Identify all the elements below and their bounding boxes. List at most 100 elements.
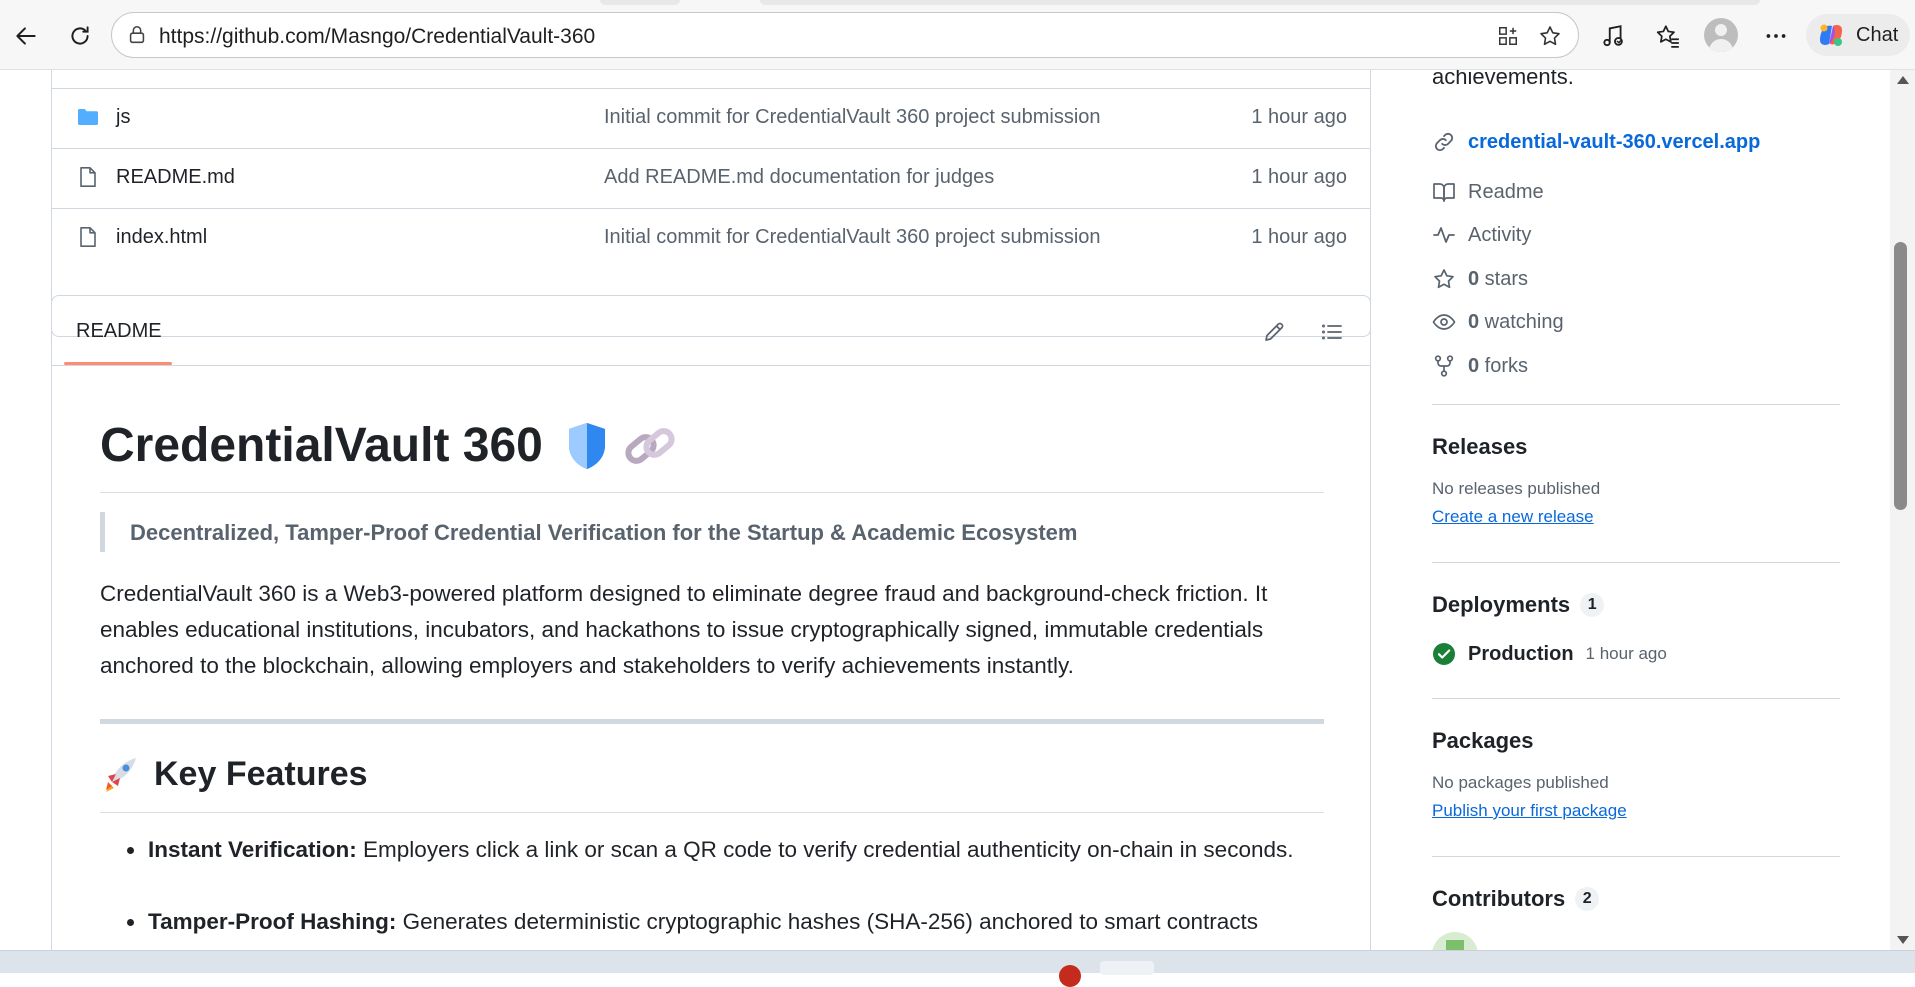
packages-heading-text[interactable]: Packages [1432, 728, 1534, 754]
file-name[interactable]: README.md [116, 166, 235, 189]
profile-avatar[interactable] [1704, 18, 1738, 52]
active-tab-indicator [64, 362, 172, 365]
commit-time: 1 hour ago [1251, 226, 1347, 248]
tagline-blockquote: Decentralized, Tamper-Proof Credential V… [100, 512, 1324, 552]
contributor-avatar[interactable] [1432, 932, 1478, 950]
feature-label: Instant Verification: [148, 837, 357, 862]
readme-description: CredentialVault 360 is a Web3-powered pl… [100, 581, 1268, 678]
readme-link[interactable]: Readme [1432, 177, 1544, 207]
refresh-button[interactable] [60, 16, 100, 56]
contributors-count: 2 [1575, 887, 1600, 911]
file-row[interactable]: js Initial commit for CredentialVault 36… [52, 88, 1370, 148]
readme-label[interactable]: Readme [1468, 181, 1544, 204]
tab-readme[interactable]: README [76, 320, 162, 343]
commit-message[interactable]: Add README.md documentation for judges [604, 166, 994, 189]
feature-text: Employers click a link or scan a QR code… [356, 837, 1294, 862]
file-icon [80, 227, 96, 247]
section-divider [100, 719, 1324, 724]
app-available-button[interactable] [1494, 22, 1522, 50]
copilot-chat-button[interactable]: Chat [1806, 14, 1910, 56]
scroll-thumb[interactable] [1894, 242, 1907, 510]
taskbar-app[interactable] [1100, 961, 1154, 975]
packages-heading[interactable]: Packages [1432, 728, 1534, 754]
deployment-item[interactable]: Production 1 hour ago [1432, 642, 1667, 666]
deployments-count: 1 [1580, 593, 1605, 617]
sidebar-divider [1432, 698, 1840, 699]
tab-strip-edge [600, 0, 680, 5]
file-row[interactable]: index.html Initial commit for Credential… [52, 208, 1370, 268]
website-url[interactable]: credential-vault-360.vercel.app [1468, 131, 1760, 154]
releases-heading[interactable]: Releases [1432, 434, 1527, 460]
outline-button[interactable] [1316, 316, 1348, 348]
os-taskbar [0, 950, 1915, 987]
site-info-icon[interactable] [126, 24, 148, 46]
star-icon [1434, 269, 1454, 289]
contributors-heading-text[interactable]: Contributors [1432, 886, 1565, 912]
scroll-down-arrow[interactable] [1897, 936, 1909, 944]
more-dots-icon [1766, 34, 1786, 38]
rocket-icon [106, 758, 136, 792]
activity-link[interactable]: Activity [1432, 220, 1531, 250]
media-button[interactable] [1593, 16, 1633, 56]
commit-message[interactable]: Initial commit for CredentialVault 360 p… [604, 106, 1101, 129]
commit-message[interactable]: Initial commit for CredentialVault 360 p… [604, 226, 1101, 249]
apps-icon [1499, 27, 1517, 45]
file-name[interactable]: js [116, 106, 130, 129]
address-bar[interactable]: https://github.com/Masngo/CredentialVaul… [111, 12, 1579, 58]
releases-empty: No releases published [1432, 479, 1601, 498]
deployments-heading[interactable]: Deployments 1 [1432, 592, 1605, 618]
back-button[interactable] [6, 16, 46, 56]
features-heading-text: Key Features [154, 754, 368, 793]
shield-icon [568, 422, 605, 469]
tab-strip-edge [760, 0, 1760, 5]
url-text[interactable]: https://github.com/Masngo/CredentialVaul… [159, 25, 595, 49]
file-row[interactable]: README.md Add README.md documentation fo… [52, 148, 1370, 208]
stars-link[interactable]: 0 stars [1432, 264, 1528, 294]
forks-label: forks [1479, 354, 1529, 377]
activity-label[interactable]: Activity [1468, 224, 1531, 247]
page-scrollbar[interactable] [1890, 70, 1915, 950]
readme-header: README [52, 296, 1370, 366]
deployments-heading-text[interactable]: Deployments [1432, 592, 1570, 618]
deployment-name[interactable]: Production [1468, 643, 1574, 666]
readme-panel: README CredentialVault 360 Decentralized… [51, 295, 1371, 950]
create-release-link[interactable]: Create a new release [1432, 507, 1594, 527]
book-icon [1433, 183, 1455, 202]
pencil-icon [1265, 322, 1284, 341]
commit-time: 1 hour ago [1251, 166, 1347, 188]
pulse-icon [1433, 227, 1455, 243]
list-item: Instant Verification: Employers click a … [127, 832, 1328, 868]
link-chain-icon [1434, 132, 1454, 152]
tagline-text: Decentralized, Tamper-Proof Credential V… [130, 520, 1078, 545]
watching-count: 0 [1468, 310, 1480, 333]
contributors-heading[interactable]: Contributors 2 [1432, 886, 1600, 912]
publish-package-link[interactable]: Publish your first package [1432, 801, 1627, 821]
edit-readme-button[interactable] [1258, 316, 1290, 348]
watchers-link[interactable]: 0 watching [1432, 307, 1564, 337]
settings-menu-button[interactable] [1756, 16, 1796, 56]
scroll-up-arrow[interactable] [1897, 76, 1909, 84]
stars-count: 0 [1468, 267, 1480, 290]
file-name[interactable]: index.html [116, 226, 207, 249]
sidebar-divider [1432, 562, 1840, 563]
link-icon [625, 427, 675, 464]
releases-heading-text[interactable]: Releases [1432, 434, 1527, 460]
fork-icon [1434, 355, 1454, 377]
favorite-button[interactable] [1536, 22, 1564, 50]
back-arrow-icon [16, 27, 36, 45]
deployment-time: 1 hour ago [1585, 644, 1667, 663]
blockquote-bar [100, 512, 105, 552]
website-link[interactable]: credential-vault-360.vercel.app [1432, 127, 1760, 157]
forks-link[interactable]: 0 forks [1432, 351, 1528, 381]
list-item: Tamper-Proof Hashing: Generates determin… [127, 904, 1328, 940]
chat-label: Chat [1856, 23, 1899, 46]
readme-title-text: CredentialVault 360 [100, 419, 543, 472]
copilot-icon [1820, 24, 1842, 46]
feature-label: Tamper-Proof Hashing: [148, 909, 397, 934]
list-outline-icon [1322, 324, 1342, 340]
eye-icon [1432, 314, 1456, 330]
notification-badge[interactable] [1059, 965, 1081, 987]
star-outline-icon [1540, 26, 1560, 46]
favorites-button[interactable] [1648, 16, 1688, 56]
page-viewport: js Initial commit for CredentialVault 36… [0, 70, 1890, 950]
